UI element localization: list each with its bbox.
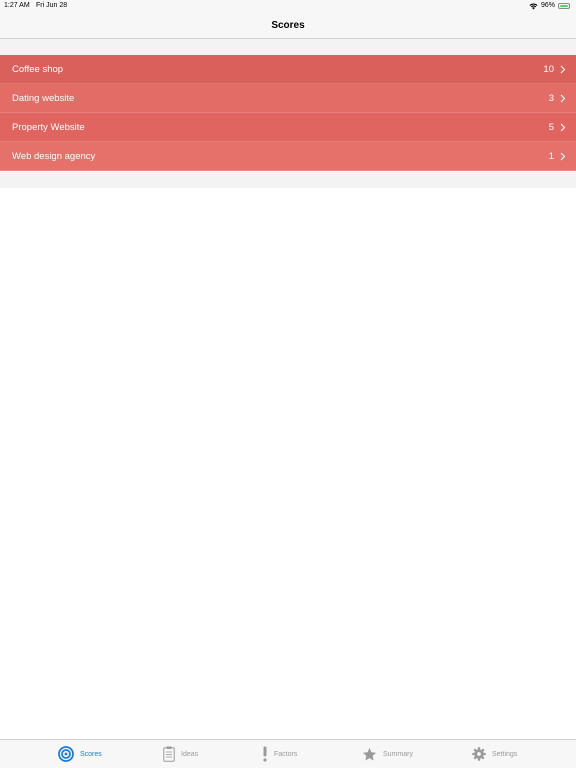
score-row-dating-website[interactable]: Dating website 3	[0, 84, 576, 113]
score-name: Property Website	[12, 122, 85, 133]
score-row-property-website[interactable]: Property Website 5	[0, 113, 576, 142]
battery-fill	[560, 5, 568, 7]
tab-settings[interactable]: Settings	[472, 740, 517, 768]
tab-label: Factors	[274, 750, 298, 758]
list-header-spacer	[0, 39, 576, 55]
score-row-coffee-shop[interactable]: Coffee shop 10	[0, 55, 576, 84]
list-footer-spacer	[0, 172, 576, 188]
page-title: Scores	[271, 20, 305, 31]
clipboard-icon	[163, 746, 175, 762]
tab-factors[interactable]: Factors	[262, 740, 297, 768]
score-name: Coffee shop	[12, 64, 64, 75]
status-date: Fri Jun 28	[36, 2, 68, 9]
score-name: Dating website	[12, 93, 75, 104]
score-value: 5	[548, 122, 554, 133]
navigation-bar: Scores	[0, 13, 576, 39]
tab-ideas[interactable]: Ideas	[163, 740, 198, 768]
tab-label: Scores	[80, 750, 102, 758]
chevron-right-icon	[560, 94, 566, 103]
score-name: Web design agency	[12, 151, 96, 162]
battery-percent: 96%	[540, 2, 555, 9]
battery-icon	[558, 3, 570, 9]
tab-label: Settings	[492, 750, 518, 758]
tab-label: Summary	[383, 750, 413, 758]
status-indicators: 96%	[529, 0, 570, 12]
gear-icon	[472, 747, 486, 761]
chevron-right-icon	[560, 152, 566, 161]
exclamation-icon	[263, 746, 267, 762]
star-icon	[362, 747, 377, 760]
tab-scores[interactable]: Scores	[58, 740, 102, 768]
score-row-web-design-agency[interactable]: Web design agency 1	[0, 142, 576, 171]
tab-summary[interactable]: Summary	[362, 740, 413, 768]
status-bar: 1:27 AM Fri Jun 28 96%	[0, 0, 576, 13]
target-icon	[58, 746, 74, 762]
status-time: 1:27 AM	[4, 2, 30, 9]
score-value: 10	[543, 64, 554, 75]
wifi-icon	[529, 2, 538, 9]
score-list: Coffee shop 10 Dating website 3 Property…	[0, 55, 576, 171]
score-value: 1	[548, 151, 554, 162]
tab-label: Ideas	[181, 750, 199, 758]
chevron-right-icon	[560, 65, 566, 74]
tab-bar: Scores Ideas Factors Summary Settings	[0, 739, 576, 768]
chevron-right-icon	[560, 123, 566, 132]
score-value: 3	[548, 93, 554, 104]
